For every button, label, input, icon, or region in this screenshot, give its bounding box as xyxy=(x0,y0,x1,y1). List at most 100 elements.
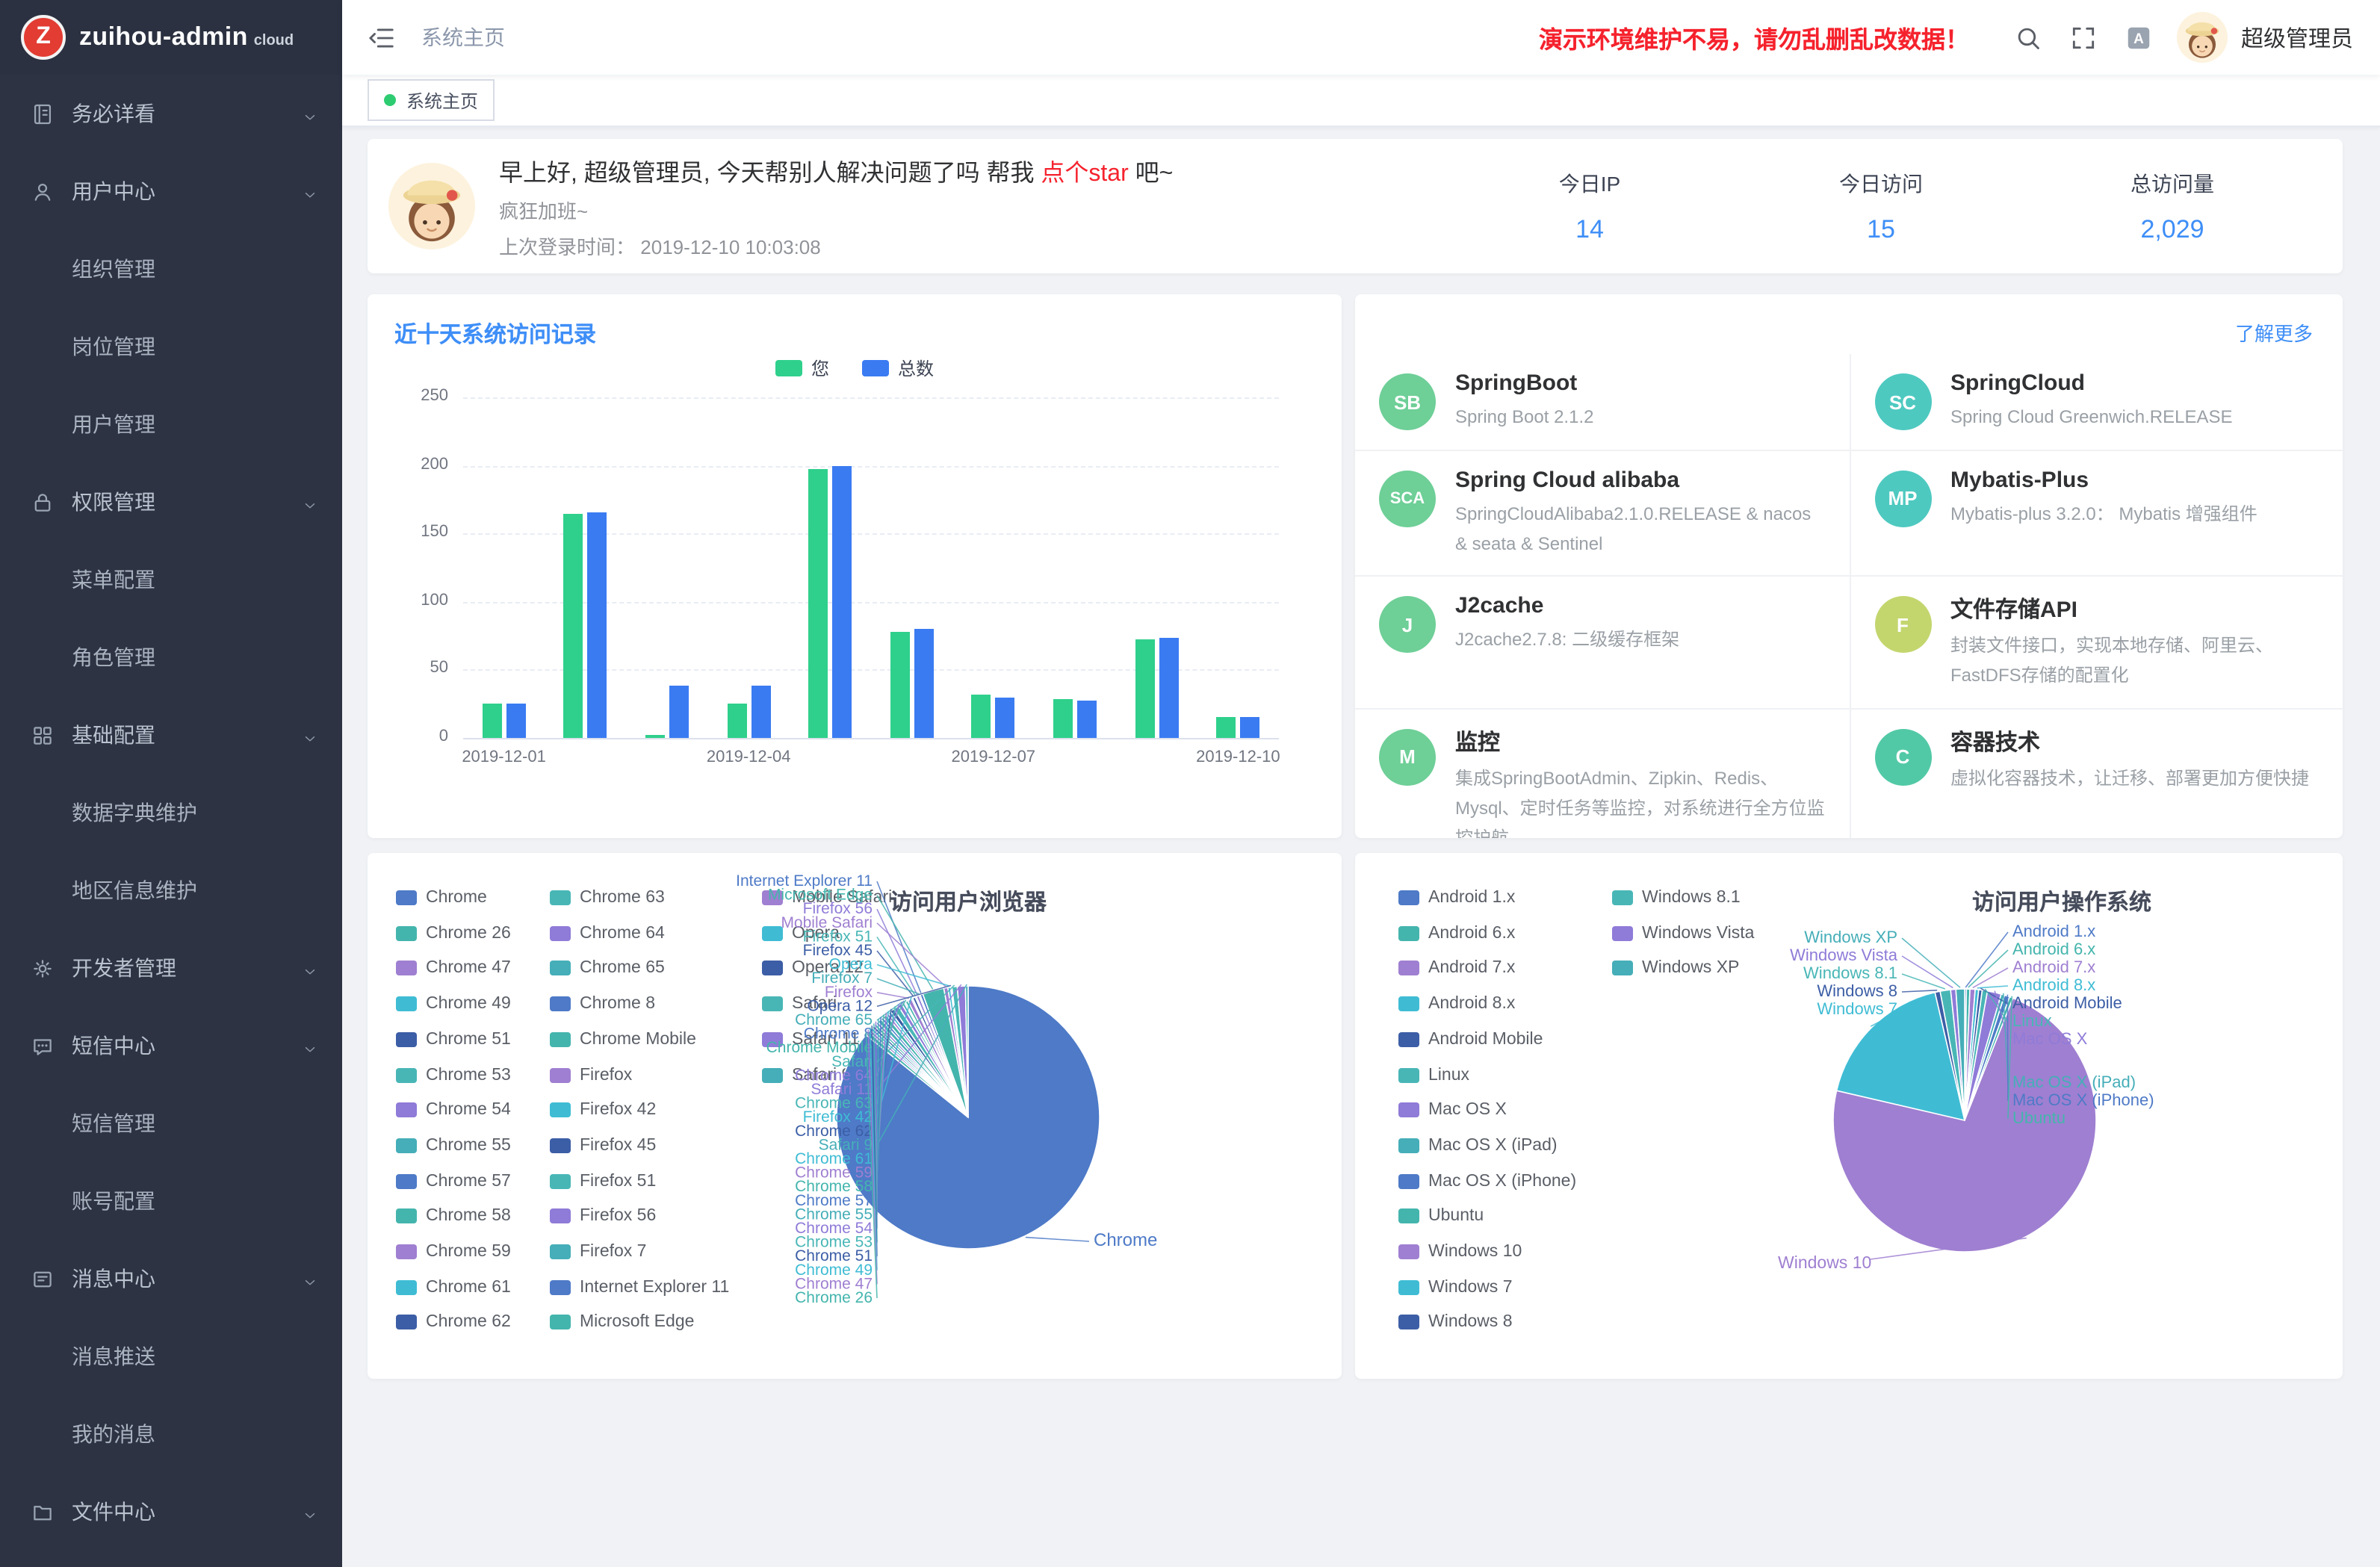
star-link[interactable]: 点个star xyxy=(1041,161,1128,187)
legend-item-Chrome 58[interactable]: Chrome 58 xyxy=(396,1208,511,1226)
legend-item-Chrome[interactable]: Chrome xyxy=(396,889,487,907)
legend-item-Android 6.x[interactable]: Android 6.x xyxy=(1398,924,1515,942)
sidebar-item-8[interactable]: 文件中心 xyxy=(0,1473,342,1551)
bar-总数[interactable] xyxy=(914,629,934,738)
legend-item-Firefox[interactable]: Firefox xyxy=(550,1066,632,1084)
legend-item-Windows 7[interactable]: Windows 7 xyxy=(1398,1278,1513,1296)
bar-总数[interactable] xyxy=(669,686,689,738)
legend-item-Chrome 57[interactable]: Chrome 57 xyxy=(396,1172,511,1190)
bar-您[interactable] xyxy=(972,695,991,738)
tech-item-SpringBoot[interactable]: SBSpringBootSpring Boot 2.1.2 xyxy=(1355,354,1849,451)
legend-item-Microsoft Edge[interactable]: Microsoft Edge xyxy=(550,1314,694,1332)
legend-item-Chrome 49[interactable]: Chrome 49 xyxy=(396,995,511,1013)
logo-bar[interactable]: Z zuihou-admin cloud xyxy=(0,0,342,75)
legend-item-Chrome 61[interactable]: Chrome 61 xyxy=(396,1278,511,1296)
legend-item-Safari 11[interactable]: Safari 11 xyxy=(762,1031,859,1049)
bar-您[interactable] xyxy=(1216,718,1236,738)
legend-item-Windows 8.1[interactable]: Windows 8.1 xyxy=(1612,889,1741,907)
bar-总数[interactable] xyxy=(506,704,526,738)
sidebar-item-4[interactable]: 基础配置 xyxy=(0,696,342,774)
learn-more-link[interactable]: 了解更多 xyxy=(2235,318,2313,347)
sidebar-item-5[interactable]: 开发者管理 xyxy=(0,929,342,1007)
user-menu[interactable]: 超级管理员 xyxy=(2177,12,2353,63)
legend-item-Firefox 45[interactable]: Firefox 45 xyxy=(550,1137,656,1155)
legend-item-Chrome 62[interactable]: Chrome 62 xyxy=(396,1314,511,1332)
legend-item-Opera 12[interactable]: Opera 12 xyxy=(762,960,864,978)
bar-总数[interactable] xyxy=(1240,718,1259,738)
sidebar-subitem[interactable]: 短信管理 xyxy=(0,1085,342,1162)
tab-home[interactable]: 系统主页 xyxy=(368,79,495,121)
sidebar-item-3[interactable]: 权限管理 xyxy=(0,463,342,541)
legend-item-Windows XP[interactable]: Windows XP xyxy=(1612,960,1739,978)
sidebar-subitem[interactable]: 消息推送 xyxy=(0,1318,342,1395)
fullscreen-icon[interactable] xyxy=(2069,23,2098,52)
bar-您[interactable] xyxy=(727,704,746,738)
legend-item-Ubuntu[interactable]: Ubuntu xyxy=(1398,1208,1484,1226)
legend-item-Internet Explorer 11[interactable]: Internet Explorer 11 xyxy=(550,1278,729,1296)
sidebar-item-6[interactable]: 短信中心 xyxy=(0,1007,342,1085)
sidebar-item-1[interactable]: 务必详看 xyxy=(0,75,342,152)
bar-您[interactable] xyxy=(1053,700,1073,738)
legend-item-Chrome 47[interactable]: Chrome 47 xyxy=(396,960,511,978)
legend-item-Safari[interactable]: Safari xyxy=(762,995,837,1013)
legend-item-Chrome Mobile[interactable]: Chrome Mobile xyxy=(550,1031,696,1049)
legend-item-Linux[interactable]: Linux xyxy=(1398,1066,1469,1084)
bar-您[interactable] xyxy=(483,704,502,738)
legend-item-Mac OS X[interactable]: Mac OS X xyxy=(1398,1101,1507,1119)
sidebar-subitem[interactable]: 角色管理 xyxy=(0,618,342,696)
sidebar-subitem[interactable]: 菜单配置 xyxy=(0,541,342,618)
legend-item-Chrome 53[interactable]: Chrome 53 xyxy=(396,1066,511,1084)
tech-item-监控[interactable]: M监控集成SpringBootAdmin、Zipkin、Redis、Mysql、… xyxy=(1355,710,1849,838)
legend-item-Chrome 8[interactable]: Chrome 8 xyxy=(550,995,655,1013)
sidebar-subitem[interactable]: 我的消息 xyxy=(0,1395,342,1473)
legend-item-Android 7.x[interactable]: Android 7.x xyxy=(1398,960,1515,978)
legend-item-Android Mobile[interactable]: Android Mobile xyxy=(1398,1031,1543,1049)
legend-item-Mac OS X (iPad)[interactable]: Mac OS X (iPad) xyxy=(1398,1137,1558,1155)
legend-item-Android 8.x[interactable]: Android 8.x xyxy=(1398,995,1515,1013)
legend-item-Firefox 56[interactable]: Firefox 56 xyxy=(550,1208,656,1226)
legend-item-Chrome 54[interactable]: Chrome 54 xyxy=(396,1101,511,1119)
tech-item-SpringCloud[interactable]: SCSpringCloudSpring Cloud Greenwich.RELE… xyxy=(1849,354,2343,451)
font-size-icon[interactable]: A xyxy=(2125,23,2153,52)
bar-您[interactable] xyxy=(645,735,665,738)
legend-item-Firefox 51[interactable]: Firefox 51 xyxy=(550,1172,656,1190)
legend-item-Mobile Safari[interactable]: Mobile Safari xyxy=(762,889,892,907)
sidebar-subitem[interactable]: 组织管理 xyxy=(0,230,342,308)
sidebar-subitem[interactable]: 用户管理 xyxy=(0,385,342,463)
legend-item-Chrome 64[interactable]: Chrome 64 xyxy=(550,924,665,942)
sidebar-subitem[interactable]: 数据字典维护 xyxy=(0,774,342,851)
tech-item-Spring Cloud alibaba[interactable]: SCASpring Cloud alibabaSpringCloudAlibab… xyxy=(1355,451,1849,577)
bar-总数[interactable] xyxy=(1159,639,1178,738)
legend-item-Firefox 42[interactable]: Firefox 42 xyxy=(550,1101,656,1119)
legend-item-您[interactable]: 您 xyxy=(775,355,829,380)
legend-item-Windows 10[interactable]: Windows 10 xyxy=(1398,1243,1522,1261)
bar-总数[interactable] xyxy=(1077,701,1097,738)
bar-总数[interactable] xyxy=(751,686,770,738)
legend-item-总数[interactable]: 总数 xyxy=(862,355,934,380)
legend-item-Mac OS X (iPhone)[interactable]: Mac OS X (iPhone) xyxy=(1398,1172,1576,1190)
legend-item-Chrome 51[interactable]: Chrome 51 xyxy=(396,1031,511,1049)
bar-总数[interactable] xyxy=(832,465,852,738)
legend-item-Chrome 55[interactable]: Chrome 55 xyxy=(396,1137,511,1155)
legend-item-Opera[interactable]: Opera xyxy=(762,924,840,942)
bar-总数[interactable] xyxy=(996,697,1015,738)
bar-您[interactable] xyxy=(808,470,828,738)
sidebar-subitem[interactable]: 岗位管理 xyxy=(0,308,342,385)
bar-您[interactable] xyxy=(564,513,583,738)
breadcrumb[interactable]: 系统主页 xyxy=(421,22,505,52)
tech-item-J2cache[interactable]: JJ2cacheJ2cache2.7.8: 二级缓存框架 xyxy=(1355,577,1849,710)
tech-item-文件存储API[interactable]: F文件存储API封装文件接口，实现本地存储、阿里云、FastDFS存储的配置化 xyxy=(1849,577,2343,710)
legend-item-Windows 8[interactable]: Windows 8 xyxy=(1398,1314,1513,1332)
menu-collapse-icon[interactable] xyxy=(368,23,396,52)
legend-item-Chrome 65[interactable]: Chrome 65 xyxy=(550,960,665,978)
legend-item-Chrome 26[interactable]: Chrome 26 xyxy=(396,924,511,942)
bar-总数[interactable] xyxy=(588,512,607,738)
tech-item-Mybatis-Plus[interactable]: MPMybatis-PlusMybatis-plus 3.2.0： Mybati… xyxy=(1849,451,2343,577)
legend-item-Firefox 7[interactable]: Firefox 7 xyxy=(550,1243,647,1261)
sidebar-item-7[interactable]: 消息中心 xyxy=(0,1240,342,1318)
search-icon[interactable] xyxy=(2014,23,2042,52)
legend-item-Android 1.x[interactable]: Android 1.x xyxy=(1398,889,1515,907)
sidebar-subitem[interactable]: 地区信息维护 xyxy=(0,851,342,929)
tech-item-容器技术[interactable]: C容器技术虚拟化容器技术，让迁移、部署更加方便快捷 xyxy=(1849,710,2343,838)
sidebar-item-2[interactable]: 用户中心 xyxy=(0,152,342,230)
